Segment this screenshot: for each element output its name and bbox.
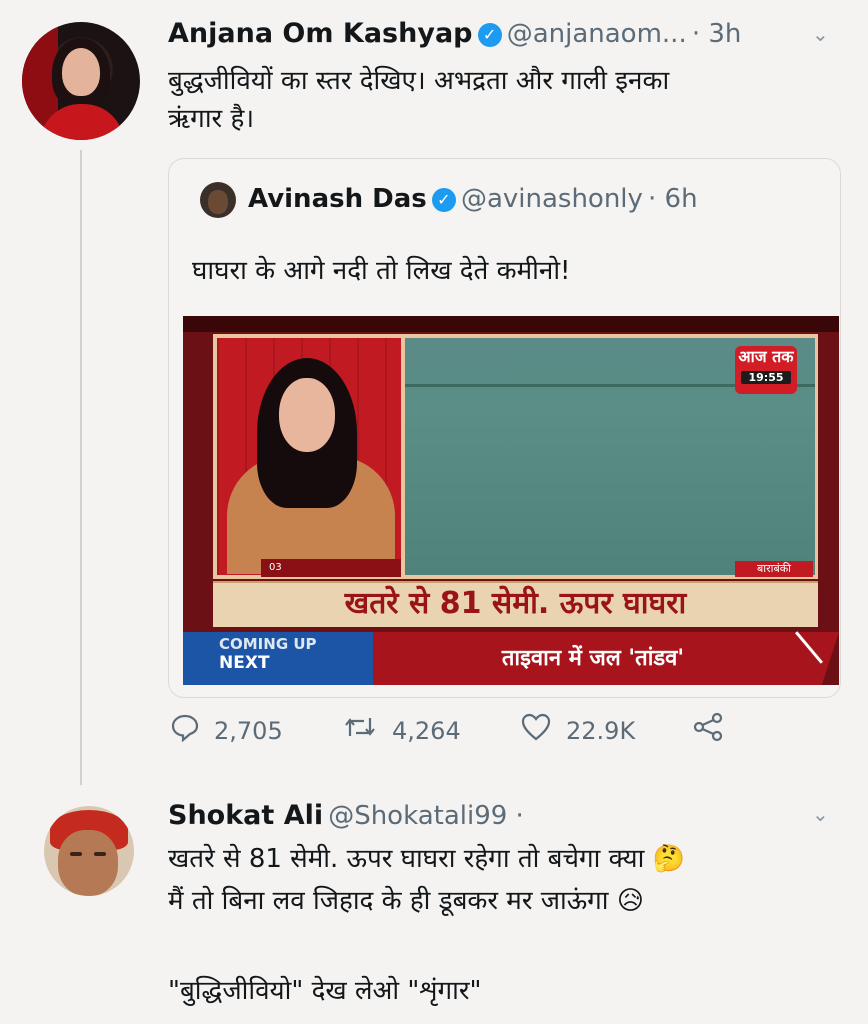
ticker-text: ताइवान में जल 'तांडव' [501, 646, 685, 671]
tweet2-line1: खतरे से 81 सेमी. ऊपर घाघरा रहेगा तो बचेग… [168, 844, 645, 874]
next-label: NEXT [219, 653, 270, 673]
quote-author-name: Avinash Das [248, 184, 427, 214]
lower-third-number: 03 [261, 559, 401, 577]
tweet2-line1-row: खतरे से 81 सेमी. ऊपर घाघरा रहेगा तो बचेग… [168, 840, 848, 878]
like-count: 22.9K [566, 716, 636, 745]
avatar-avinash [200, 182, 236, 218]
channel-logo: आज तक 19:55 [735, 346, 797, 394]
tweet1-author-name[interactable]: Anjana Om Kashyap [168, 18, 473, 49]
tweet1-header: Anjana Om Kashyap ✓ @anjanaom... · 3h [168, 18, 741, 49]
avatar-eye [94, 852, 106, 856]
share-icon [692, 712, 724, 749]
quote-header: Avinash Das ✓ @avinashonly · 6h [248, 184, 698, 214]
avatar-anjana[interactable] [22, 22, 140, 140]
tweet-media-image[interactable]: आज तक 19:55 बाराबंकी 03 खतरे से 81 सेमी.… [183, 316, 839, 685]
avatar-face [208, 190, 228, 214]
reply-action[interactable]: 2,705 [170, 712, 283, 749]
quote-text: घाघरा के आगे नदी तो लिख देते कमीनो! [192, 256, 571, 286]
avatar-face [58, 830, 118, 896]
anchor-face [279, 378, 335, 452]
verified-badge-icon: ✓ [431, 188, 456, 212]
tweet1-text: बुद्धजीवियों का स्तर देखिए। अभद्रता और ग… [168, 62, 828, 138]
heart-icon [520, 712, 552, 749]
channel-logo-text: आज तक [738, 347, 794, 366]
chevron-down-icon[interactable]: ⌄ [812, 22, 829, 46]
coming-up-label: COMING UP [219, 635, 317, 653]
tweet2-line2-row: मैं तो बिना लव जिहाद के ही डूबकर मर जाऊं… [168, 882, 848, 920]
quote-time: · 6h [648, 184, 698, 214]
media-top-stripe [183, 316, 839, 332]
tweet2-line3: "बुद्धिजीवियो" देख लेओ "शृंगार" [168, 976, 482, 1006]
channel-clock: 19:55 [741, 371, 791, 384]
thread-line [80, 150, 82, 785]
location-tag: बाराबंकी [735, 561, 813, 577]
avatar-shokat[interactable] [44, 806, 134, 896]
like-action[interactable]: 22.9K [520, 712, 635, 749]
reply-count: 2,705 [214, 716, 283, 745]
share-action[interactable] [692, 712, 738, 749]
quote-handle: @avinashonly [460, 184, 643, 214]
tweet2-handle[interactable]: @Shokatali99 · [328, 801, 524, 831]
tweet1-handle[interactable]: @anjanaom... [507, 19, 687, 49]
chevron-down-icon[interactable]: ⌄ [812, 802, 829, 826]
verified-badge-icon: ✓ [477, 23, 502, 47]
reply-icon [170, 712, 200, 749]
retweet-icon [342, 712, 378, 749]
tweet1-text-line1: बुद्धजीवियों का स्तर देखिए। अभद्रता और ग… [168, 66, 670, 96]
tweet2-header: Shokat Ali @Shokatali99 · [168, 800, 524, 831]
retweet-count: 4,264 [392, 716, 461, 745]
sad-emoji-icon: 😥 [616, 886, 644, 916]
tweet2-text: खतरे से 81 सेमी. ऊपर घाघरा रहेगा तो बचेग… [168, 840, 848, 1010]
tweet2-line2: मैं तो बिना लव जिहाद के ही डूबकर मर जाऊं… [168, 886, 609, 916]
thinking-emoji-icon: 🤔 [652, 844, 685, 874]
tweet2-author-name[interactable]: Shokat Ali [168, 800, 323, 831]
tweet1-time[interactable]: · 3h [692, 19, 742, 49]
avatar-eye [70, 852, 82, 856]
avatar-face [62, 48, 100, 96]
news-headline: खतरे से 81 सेमी. ऊपर घाघरा [344, 586, 687, 621]
retweet-action[interactable]: 4,264 [342, 712, 461, 749]
tweet1-text-line2: ऋंगार है। [168, 104, 255, 134]
